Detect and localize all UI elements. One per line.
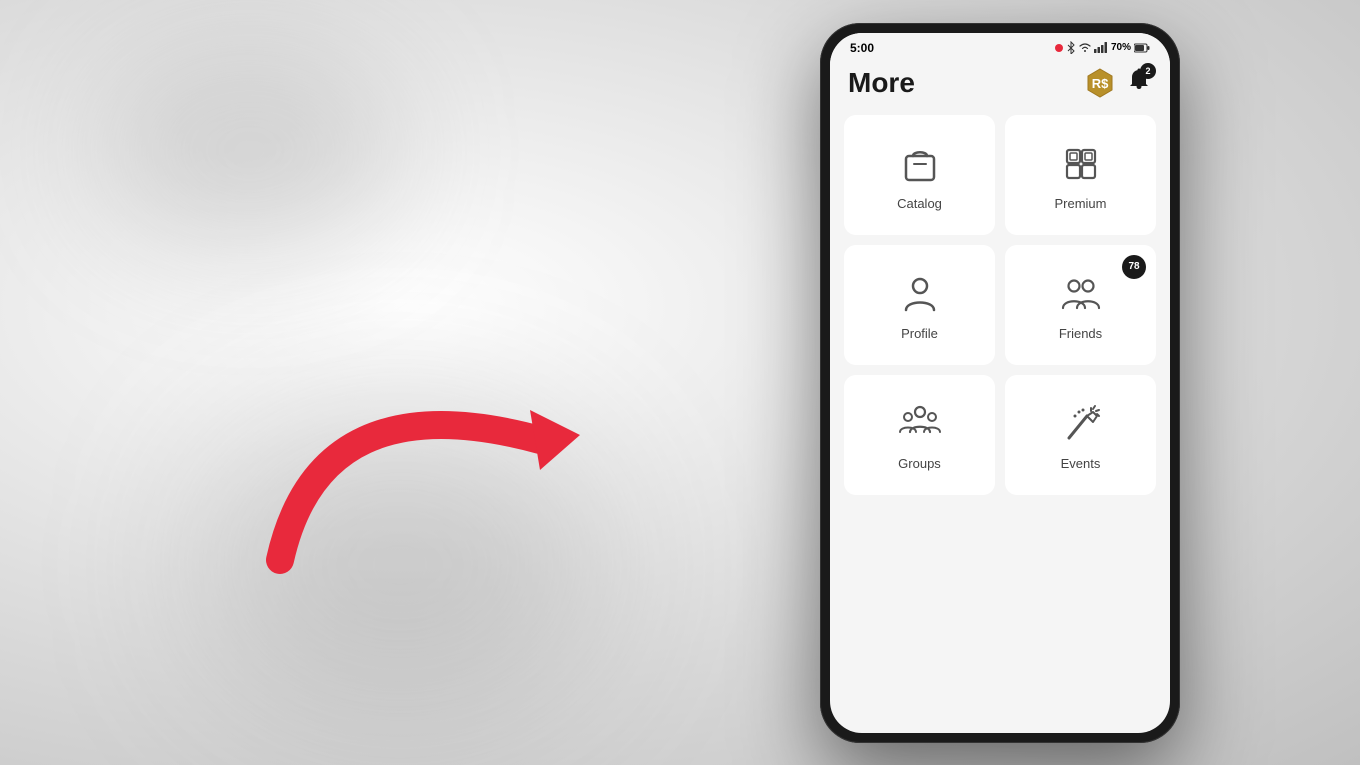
catalog-label: Catalog — [897, 196, 942, 211]
friends-menu-item[interactable]: 78 Friends — [1005, 245, 1156, 365]
notification-badge: 2 — [1140, 63, 1156, 79]
premium-label: Premium — [1054, 196, 1106, 211]
phone-wrapper: 5:00 — [640, 0, 1360, 765]
friends-icon — [1059, 272, 1103, 316]
header-icons: R$ 2 — [1084, 67, 1152, 99]
notification-button[interactable]: 2 — [1126, 67, 1152, 98]
premium-menu-item[interactable]: Premium — [1005, 115, 1156, 235]
status-icons: 70% — [1055, 41, 1150, 54]
bluetooth-icon — [1066, 41, 1076, 54]
phone-device: 5:00 — [820, 23, 1180, 743]
status-bar: 5:00 — [830, 33, 1170, 59]
friends-badge: 78 — [1122, 255, 1146, 279]
battery-icon — [1134, 43, 1150, 53]
bg-decoration-2 — [200, 415, 600, 715]
recording-dot — [1055, 44, 1063, 52]
shopping-bag-icon — [898, 142, 942, 186]
catalog-menu-item[interactable]: Catalog — [844, 115, 995, 235]
wifi-icon — [1079, 43, 1091, 53]
menu-grid: Catalog Premium — [830, 109, 1170, 501]
groups-menu-item[interactable]: Groups — [844, 375, 995, 495]
phone-screen: 5:00 — [830, 33, 1170, 733]
robux-icon[interactable]: R$ — [1084, 67, 1116, 99]
profile-label: Profile — [901, 326, 938, 341]
svg-text:R$: R$ — [1092, 76, 1109, 91]
events-icon — [1059, 402, 1103, 446]
groups-label: Groups — [898, 456, 941, 471]
signal-icon — [1094, 42, 1108, 53]
events-menu-item[interactable]: Events — [1005, 375, 1156, 495]
bg-decoration-1 — [100, 50, 400, 250]
person-icon — [898, 272, 942, 316]
groups-icon — [898, 402, 942, 446]
app-title: More — [848, 67, 915, 99]
battery-percent: 70% — [1111, 42, 1131, 53]
profile-menu-item[interactable]: Profile — [844, 245, 995, 365]
premium-icon — [1059, 142, 1103, 186]
events-label: Events — [1061, 456, 1101, 471]
friends-label: Friends — [1059, 326, 1102, 341]
app-header: More R$ 2 — [830, 59, 1170, 109]
status-time: 5:00 — [850, 41, 874, 55]
